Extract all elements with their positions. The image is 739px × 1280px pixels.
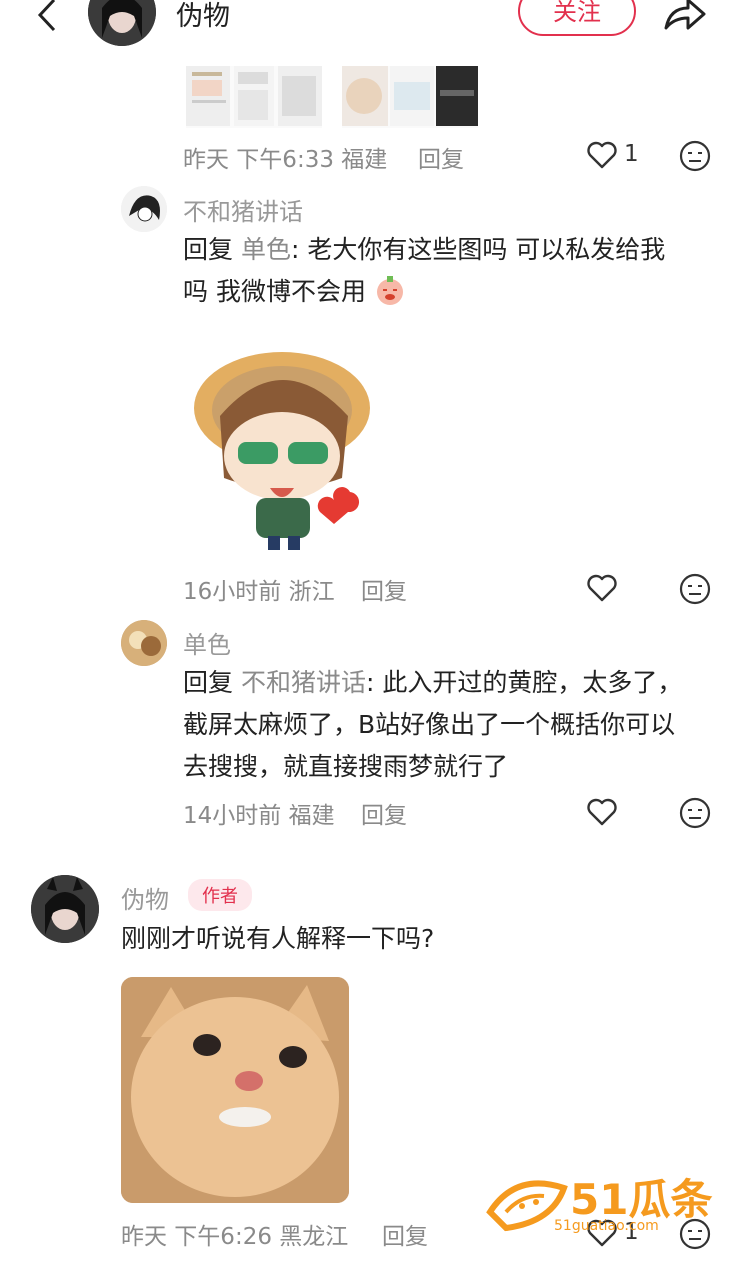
top-bar: 伪物 关注 (0, 0, 739, 48)
header-avatar[interactable] (88, 0, 156, 46)
comment-text: 回复 不和猪讲话: 此入开过的黄腔，太多了， 截屏太麻烦了，B站好像出了一个概括… (183, 662, 713, 788)
comment-text-line: 截屏太麻烦了，B站好像出了一个概括你可以 (183, 710, 676, 739)
comment-image-kitten[interactable] (121, 977, 349, 1203)
comment-text-line: : 老大你有这些图吗 可以私发给我 (290, 235, 666, 264)
reply-target[interactable]: 不和猪讲话 (241, 668, 366, 697)
reply-target[interactable]: 单色 (241, 235, 291, 264)
comment-meta: 昨天 下午6:26 黑龙江 (121, 1224, 349, 1250)
comment-image-2[interactable] (342, 66, 478, 128)
comment-text-line: : 此入开过的黄腔，太多了， (365, 668, 683, 697)
follow-button-label: 关注 (553, 0, 601, 26)
follow-button[interactable]: 关注 (518, 0, 636, 36)
commenter-avatar[interactable] (121, 620, 167, 666)
comment-text: 回复 单色: 老大你有这些图吗 可以私发给我 吗 我微博不会用 (183, 229, 703, 313)
reply-button[interactable]: 回复 (361, 796, 407, 830)
back-arrow-icon[interactable] (32, 0, 62, 34)
header-username[interactable]: 伪物 (176, 0, 230, 33)
commenter-username[interactable]: 单色 (183, 625, 231, 660)
commenter-username[interactable]: 不和猪讲话 (183, 192, 303, 227)
like-count: 1 (624, 141, 639, 167)
reply-button[interactable]: 回复 (361, 572, 407, 606)
reply-prefix: 回复 (183, 668, 234, 697)
watermark: 51瓜条 51guatiao.com (486, 1168, 716, 1240)
comment-sticker[interactable] (184, 330, 404, 558)
heart-icon[interactable] (586, 141, 618, 169)
comment-meta: 14小时前 福建 (183, 803, 335, 829)
crying-face-emoji-icon (376, 276, 403, 305)
share-icon[interactable] (662, 0, 708, 32)
emoji-reaction-icon[interactable] (679, 140, 711, 172)
heart-icon[interactable] (586, 798, 618, 826)
commenter-avatar[interactable] (121, 186, 167, 232)
watermark-url: 51guatiao.com (554, 1218, 659, 1234)
author-avatar[interactable] (31, 875, 99, 943)
emoji-reaction-icon[interactable] (679, 797, 711, 829)
comment-text-line: 去搜搜，就直接搜雨梦就行了 (183, 752, 509, 781)
heart-icon[interactable] (586, 574, 618, 602)
author-username[interactable]: 伪物 (121, 880, 169, 915)
reply-button[interactable]: 回复 (382, 1217, 428, 1251)
reply-prefix: 回复 (183, 235, 234, 264)
emoji-reaction-icon[interactable] (679, 573, 711, 605)
author-badge: 作者 (188, 879, 252, 911)
reply-button[interactable]: 回复 (418, 140, 464, 174)
comment-text-line: 吗 我微博不会用 (183, 277, 366, 306)
comment-text: 刚刚才听说有人解释一下吗? (121, 924, 435, 953)
comment-image-1[interactable] (186, 66, 322, 128)
comment-meta: 昨天 下午6:33 福建 (183, 147, 388, 173)
comment-meta: 16小时前 浙江 (183, 579, 335, 605)
